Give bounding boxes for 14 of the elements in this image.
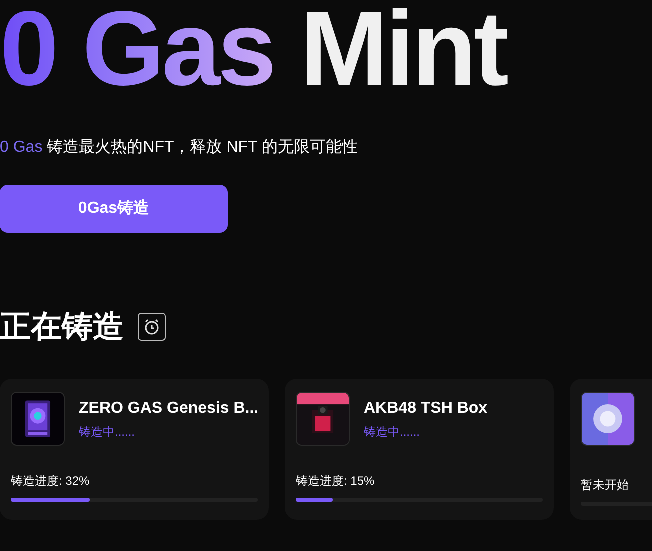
progress-label: 铸造进度: 15% — [296, 473, 375, 490]
status-label: 暂未开始 — [581, 477, 629, 494]
mint-status: 铸造中...... — [79, 424, 136, 441]
hero-subtitle: 0 Gas 铸造最火热的NFT，释放 NFT 的无限可能性 — [0, 138, 358, 158]
section-title: 正在铸造 — [0, 311, 124, 342]
mint-card[interactable]: 暂未开始 — [570, 379, 652, 520]
mint-card[interactable]: AKB48 TSH Box 铸造中...... 铸造进度: 15% — [285, 379, 554, 520]
progress-label: 铸造进度: 32% — [11, 473, 90, 490]
alarm-clock-icon — [138, 312, 166, 340]
mint-status: 铸造中...... — [364, 424, 422, 441]
mint-card[interactable]: ZERO GAS Genesis B... 铸造中...... 铸造进度: 32% — [0, 379, 269, 520]
card-title: ZERO GAS Genesis B... — [79, 399, 258, 419]
card-title: AKB48 TSH Box — [364, 399, 488, 419]
mint-button[interactable]: 0Gas铸造 — [0, 185, 228, 233]
